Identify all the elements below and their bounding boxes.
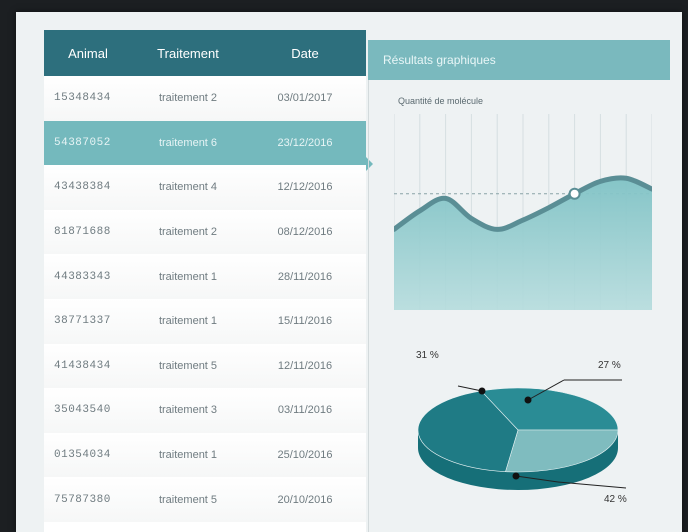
pie-label-42: 42 %: [604, 494, 627, 505]
cell-traitement: traitement 2: [158, 226, 218, 239]
cell-date: 28/11/2016: [277, 270, 333, 283]
cell-animal: 35043540: [54, 404, 111, 417]
cell-date: 20/10/2016: [277, 493, 333, 506]
table-row[interactable]: 43438384 traitement 4 12/12/2016: [44, 165, 366, 210]
table-row[interactable]: 38771337 traitement 1 15/11/2016: [44, 298, 366, 344]
cell-traitement: traitement 3: [158, 404, 218, 417]
cell-traitement: traitement 5: [158, 493, 218, 506]
cell-animal: 54387052: [54, 136, 111, 149]
pie-chart: 31 % 27 % 42 %: [416, 350, 627, 505]
cell-date: 08/12/2016: [277, 226, 333, 239]
cell-traitement: traitement 1: [158, 315, 218, 328]
app-screen: Animal Traitement Date 15348434 traitemen…: [16, 12, 682, 532]
graph-panel: Résultats graphiques Quantité de molécul…: [368, 40, 670, 532]
table-row[interactable]: 35043540 traitement 3 03/11/2016: [44, 388, 366, 433]
pie-marker-42: [512, 472, 520, 480]
cell-animal: 75787380: [54, 493, 111, 506]
cell-date: 03/11/2016: [277, 404, 333, 417]
cell-traitement: traitement 2: [158, 92, 218, 105]
table-row[interactable]: 81871688 traitement 2 08/12/2016: [44, 209, 366, 255]
cell-animal: 43438384: [54, 181, 111, 194]
cell-date: 12/11/2016: [277, 359, 333, 372]
cell-date: 12/12/2016: [277, 181, 333, 194]
cell-traitement: traitement 1: [158, 449, 218, 462]
pie-marker-27: [524, 396, 532, 404]
pie-leader-42b: [557, 481, 627, 489]
column-header-traitement[interactable]: Traitement: [132, 46, 244, 61]
line-chart-title: Quantité de molécule: [398, 96, 484, 106]
cell-traitement: traitement 5: [158, 359, 218, 372]
cell-animal: 01354034: [54, 449, 111, 462]
cell-date: 25/10/2016: [277, 449, 333, 462]
cell-traitement: traitement 4: [158, 181, 218, 194]
table-row[interactable]: 75787380 traitement 5 20/10/2016: [44, 477, 366, 522]
table-header: Animal Traitement Date: [44, 30, 366, 76]
table-row[interactable]: 41438434 traitement 5 12/11/2016: [44, 343, 366, 389]
pie-leader-31: [457, 385, 483, 392]
cell-animal: 44383343: [54, 270, 111, 283]
pie-label-31: 31 %: [416, 350, 439, 361]
line-chart: [394, 114, 652, 310]
cell-animal: 38771337: [54, 315, 111, 328]
table-row[interactable]: 15348434 traitement 2 03/01/2017: [44, 76, 366, 121]
cell-traitement: traitement 1: [158, 270, 218, 283]
results-table: Animal Traitement Date 15348434 traitemen…: [44, 30, 366, 532]
column-header-animal[interactable]: Animal: [44, 46, 132, 61]
table-body: 15348434 traitement 2 03/01/2017 54387052 tr…: [44, 76, 366, 522]
cell-date: 15/11/2016: [277, 315, 333, 328]
cell-animal: 41438434: [54, 359, 111, 372]
pie-label-27: 27 %: [598, 360, 621, 371]
table-row[interactable]: 01354034 traitement 1 25/10/2016: [44, 432, 366, 478]
cell-animal: 15348434: [54, 92, 111, 105]
table-row[interactable]: 54387052 traitement 6 23/12/2016: [44, 120, 366, 166]
graph-panel-header: Résultats graphiques: [368, 40, 670, 80]
table-row[interactable]: 44383343 traitement 1 28/11/2016: [44, 254, 366, 299]
column-header-date[interactable]: Date: [244, 46, 366, 61]
cell-animal: 81871688: [54, 226, 111, 239]
cell-traitement: traitement 6: [158, 136, 218, 149]
highlighted-data-point[interactable]: [568, 187, 581, 200]
pie-marker-31: [478, 387, 486, 395]
cell-date: 23/12/2016: [277, 136, 333, 149]
cell-date: 03/01/2017: [277, 92, 333, 105]
